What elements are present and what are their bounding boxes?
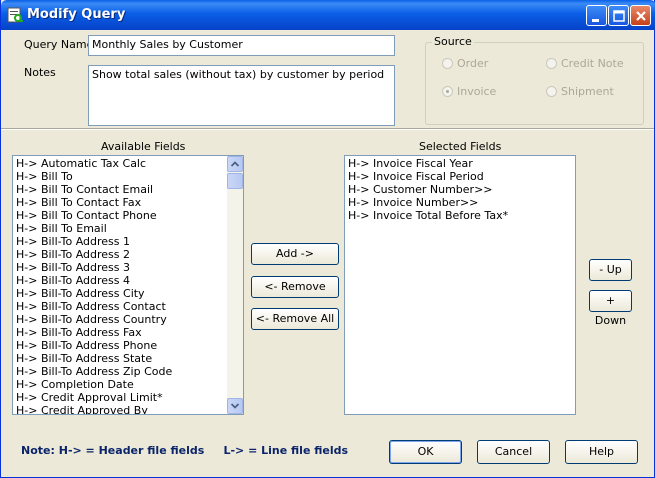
available-field-item[interactable]: H-> Bill-To Address Country bbox=[13, 313, 243, 326]
radio-label: Credit Note bbox=[561, 57, 624, 70]
available-field-item[interactable]: H-> Automatic Tax Calc bbox=[13, 157, 243, 170]
available-field-item[interactable]: H-> Bill To Contact Fax bbox=[13, 196, 243, 209]
query-name-label: Query Name bbox=[24, 38, 94, 51]
maximize-icon bbox=[613, 10, 625, 22]
cancel-button[interactable]: Cancel bbox=[477, 440, 550, 464]
ok-button[interactable]: OK bbox=[389, 440, 462, 464]
note-header-fields: H-> = Header file fields bbox=[58, 444, 205, 457]
query-name-input[interactable]: Monthly Sales by Customer bbox=[88, 35, 395, 56]
selected-field-item[interactable]: H-> Invoice Number>> bbox=[345, 196, 575, 209]
close-icon bbox=[636, 11, 646, 21]
window-title: Modify Query bbox=[27, 7, 126, 22]
app-icon bbox=[7, 7, 23, 23]
note-prefix: Note: bbox=[21, 444, 55, 457]
remove-button[interactable]: <- Remove bbox=[251, 276, 339, 298]
available-field-item[interactable]: H-> Credit Approval Limit* bbox=[13, 391, 243, 404]
source-groupbox bbox=[425, 42, 644, 125]
radio-button-icon bbox=[442, 58, 453, 69]
selected-field-item[interactable]: H-> Customer Number>> bbox=[345, 183, 575, 196]
available-field-item[interactable]: H-> Bill-To Address Contact bbox=[13, 300, 243, 313]
available-field-item[interactable]: H-> Bill-To Address Phone bbox=[13, 339, 243, 352]
scroll-down-arrow-icon bbox=[230, 403, 240, 409]
move-down-button[interactable]: + Down bbox=[589, 290, 632, 327]
radio-label: Order bbox=[457, 57, 489, 70]
radio-label: Invoice bbox=[457, 85, 497, 98]
radio-label: Shipment bbox=[561, 85, 614, 98]
title-bar[interactable]: Modify Query bbox=[1, 0, 655, 30]
move-up-button[interactable]: - Up bbox=[589, 259, 632, 281]
minimize-icon bbox=[592, 19, 599, 22]
available-field-item[interactable]: H-> Bill-To Address 4 bbox=[13, 274, 243, 287]
available-fields-list[interactable]: H-> Automatic Tax Calc H-> Bill To H-> Bil… bbox=[12, 155, 244, 415]
radio-button-icon bbox=[546, 58, 557, 69]
available-field-item[interactable]: H-> Bill-To Address 2 bbox=[13, 248, 243, 261]
section-divider bbox=[1, 128, 654, 130]
notes-textarea[interactable]: Show total sales (without tax) by custom… bbox=[88, 65, 395, 126]
selected-fields-label: Selected Fields bbox=[419, 140, 502, 153]
available-field-item[interactable]: H-> Bill To Contact Phone bbox=[13, 209, 243, 222]
source-group-title: Source bbox=[432, 35, 474, 48]
available-field-item[interactable]: H-> Bill To bbox=[13, 170, 243, 183]
scroll-thumb[interactable] bbox=[227, 173, 243, 189]
maximize-button[interactable] bbox=[608, 5, 629, 26]
available-field-item[interactable]: H-> Bill-To Address Fax bbox=[13, 326, 243, 339]
add-button[interactable]: Add -> bbox=[251, 243, 339, 265]
note-line-fields: L-> = Line file fields bbox=[223, 444, 349, 457]
available-field-item[interactable]: H-> Bill-To Address Zip Code bbox=[13, 365, 243, 378]
available-field-item[interactable]: H-> Credit Approved By bbox=[13, 404, 243, 414]
selected-fields-list[interactable]: H-> Invoice Fiscal Year H-> Invoice Fisca… bbox=[344, 155, 576, 415]
radio-button-icon bbox=[546, 86, 557, 97]
selected-field-item[interactable]: H-> Invoice Fiscal Period bbox=[345, 170, 575, 183]
available-field-item[interactable]: H-> Bill To Email bbox=[13, 222, 243, 235]
scroll-up-arrow-icon bbox=[230, 161, 240, 167]
available-field-item[interactable]: H-> Bill To Contact Email bbox=[13, 183, 243, 196]
radio-button-selected-icon bbox=[442, 86, 453, 97]
close-button[interactable] bbox=[630, 5, 651, 26]
available-field-item[interactable]: H-> Bill-To Address 3 bbox=[13, 261, 243, 274]
remove-all-button[interactable]: <- Remove All bbox=[251, 308, 339, 330]
available-field-item[interactable]: H-> Completion Date bbox=[13, 378, 243, 391]
available-field-item[interactable]: H-> Bill-To Address State bbox=[13, 352, 243, 365]
minimize-button[interactable] bbox=[586, 5, 607, 26]
scroll-down-button[interactable] bbox=[227, 398, 243, 414]
available-fields-label: Available Fields bbox=[101, 140, 186, 153]
selected-field-item[interactable]: H-> Invoice Fiscal Year bbox=[345, 157, 575, 170]
field-type-note: Note: H-> = Header file fields L-> = Lin… bbox=[21, 444, 348, 457]
notes-label: Notes bbox=[24, 66, 56, 79]
available-field-item[interactable]: H-> Bill-To Address City bbox=[13, 287, 243, 300]
available-field-item[interactable]: H-> Bill-To Address 1 bbox=[13, 235, 243, 248]
available-fields-scrollbar[interactable] bbox=[227, 156, 243, 414]
help-button[interactable]: Help bbox=[565, 440, 638, 464]
modify-query-window: Modify Query Query Name Monthly Sales by… bbox=[0, 0, 655, 478]
selected-field-item[interactable]: H-> Invoice Total Before Tax* bbox=[345, 209, 575, 222]
scroll-up-button[interactable] bbox=[227, 156, 243, 172]
